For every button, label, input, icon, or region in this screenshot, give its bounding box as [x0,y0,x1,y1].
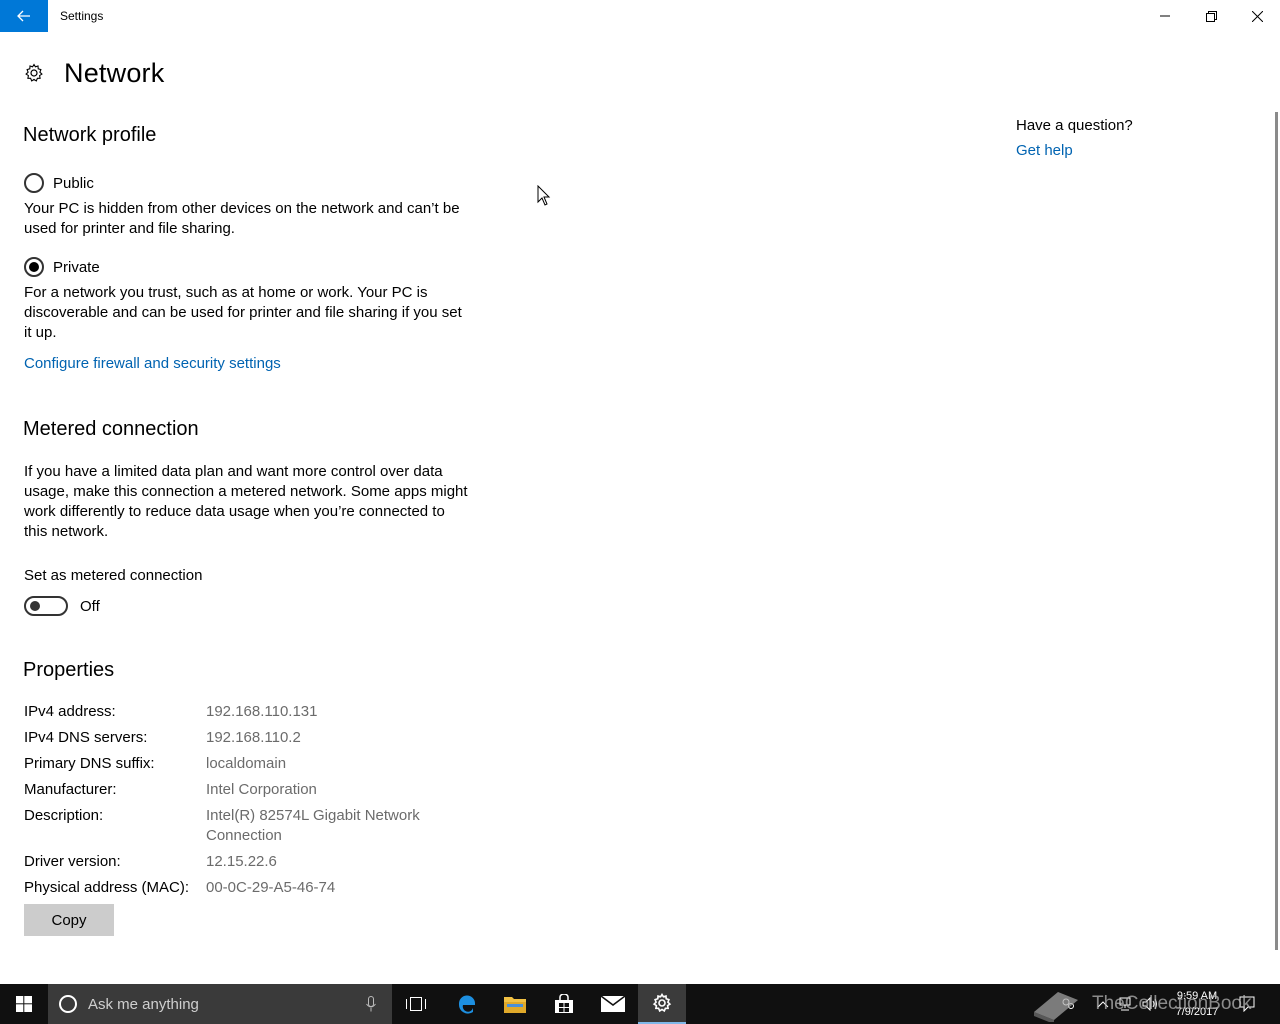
mail-button[interactable] [589,984,637,1024]
copy-button[interactable]: Copy [24,904,114,936]
public-radio[interactable] [24,173,44,193]
property-value: 12.15.22.6 [206,853,277,870]
property-key: Driver version: [24,853,121,870]
property-row: IPv4 address: 192.168.110.131 [24,702,484,722]
property-key: IPv4 address: [24,703,116,720]
public-radio-option[interactable]: Public [24,171,94,195]
metered-toggle-label: Set as metered connection [24,567,203,584]
private-radio[interactable] [24,257,44,277]
restore-icon [1205,10,1217,22]
store-button[interactable] [540,984,588,1024]
network-icon[interactable] [1119,997,1135,1011]
private-description: For a network you trust, such as at home… [24,284,462,341]
people-icon[interactable] [1061,997,1075,1011]
file-explorer-icon [504,997,526,1013]
minimize-button[interactable] [1142,0,1188,32]
volume-icon[interactable] [1142,997,1160,1011]
property-key: IPv4 DNS servers: [24,729,148,746]
metered-connection-heading: Metered connection [23,418,199,440]
help-aside: Have a question? Get help [1016,117,1256,159]
properties-list: IPv4 address: 192.168.110.131 IPv4 DNS s… [24,702,484,904]
edge-button[interactable] [443,984,491,1024]
clock-time: 9:59 AM [1176,990,1218,1002]
gear-icon [25,63,43,82]
property-row: Physical address (MAC): 00-0C-29-A5-46-7… [24,878,484,898]
metered-toggle-switch[interactable] [24,596,68,616]
property-row: Driver version: 12.15.22.6 [24,852,484,872]
public-description: Your PC is hidden from other devices on … [24,200,460,237]
minimize-icon [1160,15,1170,17]
settings-icon [652,993,672,1013]
page-header: Network [24,56,164,90]
property-row: IPv4 DNS servers: 192.168.110.2 [24,728,484,748]
action-center-icon[interactable] [1239,996,1255,1012]
property-value: Intel(R) 82574L Gigabit Network Connecti… [206,807,420,844]
store-icon [555,994,573,1013]
property-row: Manufacturer: Intel Corporation [24,780,484,800]
chevron-up-icon[interactable] [1097,1000,1109,1008]
property-value: 192.168.110.2 [206,729,301,746]
mouse-cursor-icon [537,185,551,206]
property-row: Primary DNS suffix: localdomain [24,754,484,774]
property-key: Primary DNS suffix: [24,755,155,772]
metered-toggle-row: Off [24,596,100,616]
start-icon [16,996,32,1012]
private-radio-option[interactable]: Private [24,255,100,279]
properties-heading: Properties [23,659,115,681]
settings-taskbar-button[interactable] [638,984,686,1024]
restore-button[interactable] [1188,0,1234,32]
property-key: Manufacturer: [24,781,117,798]
back-arrow-icon [17,10,30,22]
metered-description: If you have a limited data plan and want… [24,463,468,540]
taskbar: Ask me anything 9:59 AM 7/9/2017 [0,984,1280,1024]
have-a-question-label: Have a question? [1016,117,1133,134]
property-value: localdomain [206,755,287,772]
search-placeholder: Ask me anything [88,995,199,1013]
public-radio-label: Public [53,174,94,192]
network-profile-heading: Network profile [23,124,157,146]
search-box[interactable]: Ask me anything [48,984,392,1024]
close-button[interactable] [1234,0,1280,32]
property-key: Description: [24,807,104,824]
task-view-button[interactable] [392,984,440,1024]
property-value: 00-0C-29-A5-46-74 [206,879,336,896]
property-row: Description: Intel(R) 82574L Gigabit Net… [24,806,484,846]
cortana-icon [59,995,77,1013]
metered-toggle-state: Off [80,597,100,615]
clock[interactable]: 9:59 AM 7/9/2017 [1170,988,1224,1020]
start-button[interactable] [0,984,48,1024]
mail-icon [601,996,625,1012]
file-explorer-button[interactable] [491,984,539,1024]
back-button[interactable] [0,0,48,32]
private-radio-label: Private [53,258,100,276]
page-title: Network [64,57,165,88]
close-icon [1251,10,1263,22]
window-title: Settings [60,9,104,23]
clock-date: 7/9/2017 [1175,1006,1219,1018]
task-view-icon [406,997,426,1011]
scrollbar[interactable] [1275,112,1278,950]
property-key: Physical address (MAC): [24,879,190,896]
configure-firewall-link[interactable]: Configure firewall and security settings [24,355,281,372]
title-bar: Settings [0,0,1280,32]
microphone-icon[interactable] [366,996,376,1012]
property-value: 192.168.110.131 [206,703,318,720]
get-help-link[interactable]: Get help [1016,142,1256,159]
property-value: Intel Corporation [206,781,317,798]
edge-icon [458,995,475,1014]
